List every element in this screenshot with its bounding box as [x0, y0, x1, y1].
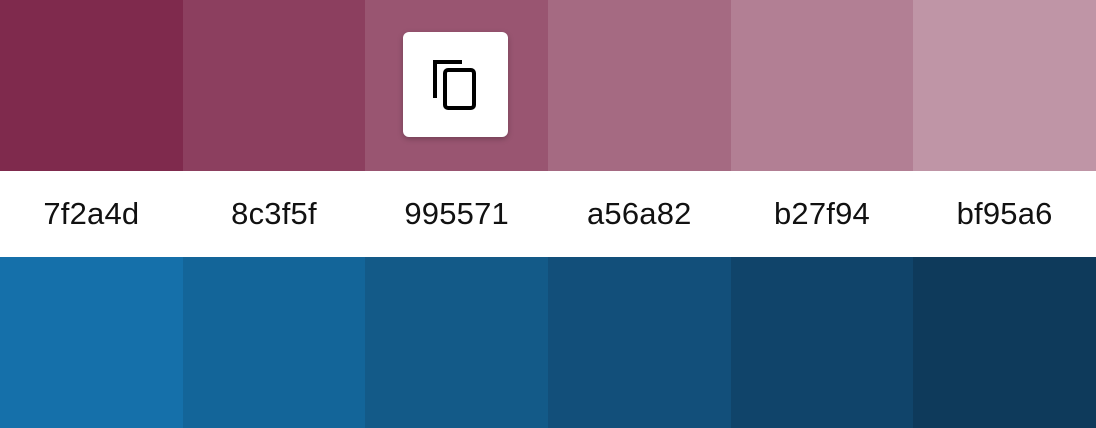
swatch-bottom-6[interactable]: [913, 257, 1096, 428]
swatch-bf95a6[interactable]: [913, 0, 1096, 171]
copy-button[interactable]: [403, 32, 509, 137]
hex-label: a56a82: [586, 196, 692, 231]
hex-label: bf95a6: [956, 196, 1053, 231]
swatch-7f2a4d[interactable]: [0, 0, 183, 171]
hex-label: 7f2a4d: [43, 196, 140, 231]
bottom-swatch-row: [0, 257, 1096, 428]
swatch-bottom-5[interactable]: [730, 257, 914, 428]
swatch-b27f94[interactable]: [730, 0, 914, 171]
top-swatch-row: [0, 0, 1096, 171]
swatch-8c3f5f[interactable]: [182, 0, 366, 171]
swatch-995571[interactable]: [365, 0, 548, 171]
hex-label: 8c3f5f: [231, 196, 317, 231]
swatch-bottom-1[interactable]: [0, 257, 183, 428]
hex-label: 995571: [404, 196, 509, 231]
hex-label: b27f94: [773, 196, 870, 231]
hex-label-row: 7f2a4d 8c3f5f 995571 a56a82 b27f94 bf95a…: [0, 171, 1096, 257]
swatch-a56a82[interactable]: [547, 0, 731, 171]
copy-icon: [432, 59, 476, 110]
swatch-bottom-2[interactable]: [182, 257, 366, 428]
swatch-bottom-4[interactable]: [547, 257, 731, 428]
swatch-bottom-3[interactable]: [365, 257, 548, 428]
color-palette: 7f2a4d 8c3f5f 995571 a56a82 b27f94 bf95a…: [0, 0, 1096, 428]
